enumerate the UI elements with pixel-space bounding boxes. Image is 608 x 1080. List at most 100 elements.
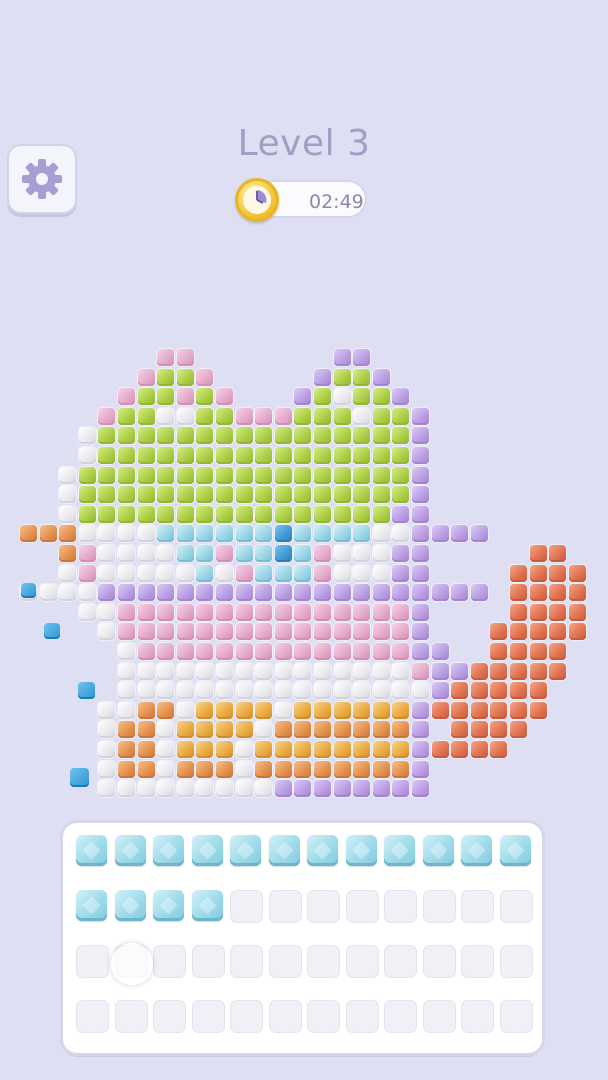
- bead-white[interactable]: [235, 780, 253, 798]
- bead-gold[interactable]: [235, 701, 253, 719]
- bead-blue[interactable]: [235, 545, 253, 562]
- bead-lavender[interactable]: [412, 701, 429, 719]
- bead-lavender[interactable]: [412, 427, 429, 445]
- bead-white[interactable]: [196, 662, 214, 680]
- bead-pink[interactable]: [392, 623, 410, 641]
- bead-lavender[interactable]: [412, 760, 429, 778]
- bead-white[interactable]: [235, 682, 253, 700]
- bead-orange[interactable]: [274, 760, 292, 778]
- bead-blue[interactable]: [314, 525, 331, 543]
- bead-pink[interactable]: [176, 349, 194, 366]
- bead-lime[interactable]: [372, 447, 390, 464]
- tray-tile[interactable]: [384, 835, 415, 866]
- bead-white[interactable]: [255, 662, 273, 680]
- bead-lime[interactable]: [255, 486, 273, 504]
- bead-coral[interactable]: [470, 721, 488, 739]
- bead-lime[interactable]: [274, 447, 292, 464]
- bead-white[interactable]: [118, 701, 135, 719]
- bead-lavender[interactable]: [431, 662, 449, 680]
- bead-lavender[interactable]: [412, 545, 429, 562]
- bead-gold[interactable]: [353, 701, 371, 719]
- bead-white[interactable]: [157, 545, 175, 562]
- bead-white[interactable]: [176, 564, 194, 582]
- tray-tile[interactable]: [114, 835, 146, 866]
- bead-lime[interactable]: [255, 427, 273, 445]
- bead-orange[interactable]: [294, 760, 312, 778]
- bead-pink[interactable]: [274, 623, 292, 641]
- bead-white[interactable]: [255, 682, 273, 700]
- bead-orange[interactable]: [196, 760, 214, 778]
- bead-lime[interactable]: [274, 486, 292, 504]
- bead-white[interactable]: [392, 682, 410, 700]
- bead-pink[interactable]: [372, 643, 390, 660]
- bead-dark_blue[interactable]: [274, 525, 292, 543]
- bead-pink[interactable]: [196, 368, 214, 386]
- bead-white[interactable]: [137, 564, 155, 582]
- bead-lime[interactable]: [235, 486, 253, 504]
- bead-coral[interactable]: [490, 643, 508, 660]
- bead-lavender[interactable]: [314, 780, 331, 798]
- bead-lime[interactable]: [235, 505, 253, 523]
- bead-white[interactable]: [59, 584, 77, 602]
- bead-white[interactable]: [176, 780, 194, 798]
- bead-white[interactable]: [372, 525, 390, 543]
- tray-slot[interactable]: [422, 890, 456, 923]
- bead-coral[interactable]: [568, 623, 586, 641]
- bead-white[interactable]: [118, 682, 135, 700]
- bead-coral[interactable]: [451, 682, 469, 700]
- bead-orange[interactable]: [274, 721, 292, 739]
- bead-orange[interactable]: [20, 525, 37, 543]
- bead-white[interactable]: [235, 760, 253, 778]
- bead-lavender[interactable]: [392, 780, 410, 798]
- tray-slot[interactable]: [499, 1000, 533, 1033]
- bead-white[interactable]: [353, 564, 371, 582]
- bead-lime[interactable]: [78, 466, 96, 484]
- bead-lime[interactable]: [176, 486, 194, 504]
- bead-lime[interactable]: [98, 466, 116, 484]
- bead-lavender[interactable]: [431, 643, 449, 660]
- bead-coral[interactable]: [549, 545, 567, 562]
- bead-pink[interactable]: [314, 564, 331, 582]
- tray-slot[interactable]: [422, 945, 456, 978]
- bead-pink[interactable]: [216, 388, 233, 406]
- bead-blue[interactable]: [255, 564, 273, 582]
- bead-coral[interactable]: [431, 701, 449, 719]
- bead-coral[interactable]: [510, 623, 527, 641]
- bead-pink[interactable]: [196, 643, 214, 660]
- bead-lime[interactable]: [372, 427, 390, 445]
- bead-white[interactable]: [59, 564, 77, 582]
- bead-lime[interactable]: [294, 466, 312, 484]
- tray-tile[interactable]: [345, 835, 377, 866]
- bead-lavender[interactable]: [314, 368, 331, 386]
- bead-lime[interactable]: [353, 427, 371, 445]
- bead-pink[interactable]: [216, 623, 233, 641]
- bead-coral[interactable]: [490, 662, 508, 680]
- bead-lavender[interactable]: [372, 368, 390, 386]
- bead-orange[interactable]: [137, 701, 155, 719]
- bead-gold[interactable]: [235, 721, 253, 739]
- bead-white[interactable]: [353, 682, 371, 700]
- bead-white[interactable]: [176, 682, 194, 700]
- bead-lime[interactable]: [333, 505, 351, 523]
- bead-coral[interactable]: [510, 662, 527, 680]
- bead-coral[interactable]: [529, 584, 547, 602]
- bead-lavender[interactable]: [412, 741, 429, 758]
- bead-white[interactable]: [157, 662, 175, 680]
- bead-pink[interactable]: [333, 603, 351, 621]
- bead-lavender[interactable]: [314, 584, 331, 602]
- bead-blue[interactable]: [333, 525, 351, 543]
- bead-white[interactable]: [372, 662, 390, 680]
- bead-lime[interactable]: [137, 407, 155, 425]
- bead-white[interactable]: [78, 447, 96, 464]
- bead-lavender[interactable]: [392, 584, 410, 602]
- bead-pink[interactable]: [274, 643, 292, 660]
- bead-pink[interactable]: [392, 643, 410, 660]
- bead-lavender[interactable]: [333, 584, 351, 602]
- tray-slot[interactable]: [76, 1000, 109, 1033]
- bead-white[interactable]: [392, 662, 410, 680]
- bead-white[interactable]: [137, 780, 155, 798]
- bead-lime[interactable]: [216, 427, 233, 445]
- bead-lime[interactable]: [98, 486, 116, 504]
- tray-tile[interactable]: [153, 890, 184, 921]
- bead-pink[interactable]: [255, 623, 273, 641]
